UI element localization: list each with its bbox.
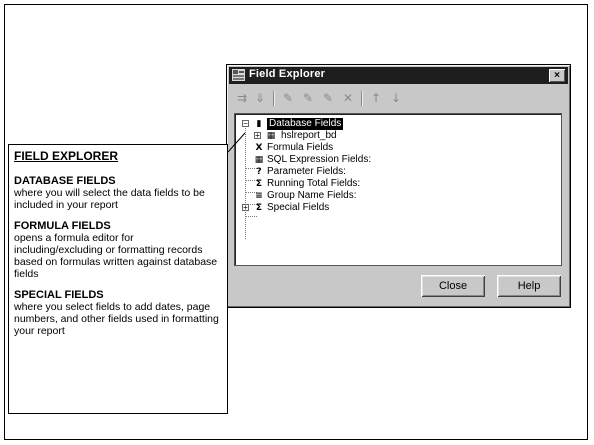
info-heading: FIELD EXPLORER [14, 149, 119, 163]
section-title: DATABASE FIELDS [14, 175, 116, 187]
section-text: where you select fields to add dates, pa… [14, 301, 219, 337]
section-title: FORMULA FIELDS [14, 220, 111, 232]
section-text: opens a formula editor for including/exc… [14, 232, 218, 280]
section-text: where you will select the data fields to… [14, 187, 205, 211]
section-title: SPECIAL FIELDS [14, 289, 104, 301]
info-box: FIELD EXPLORER DATABASE FIELDS where you… [8, 144, 228, 414]
